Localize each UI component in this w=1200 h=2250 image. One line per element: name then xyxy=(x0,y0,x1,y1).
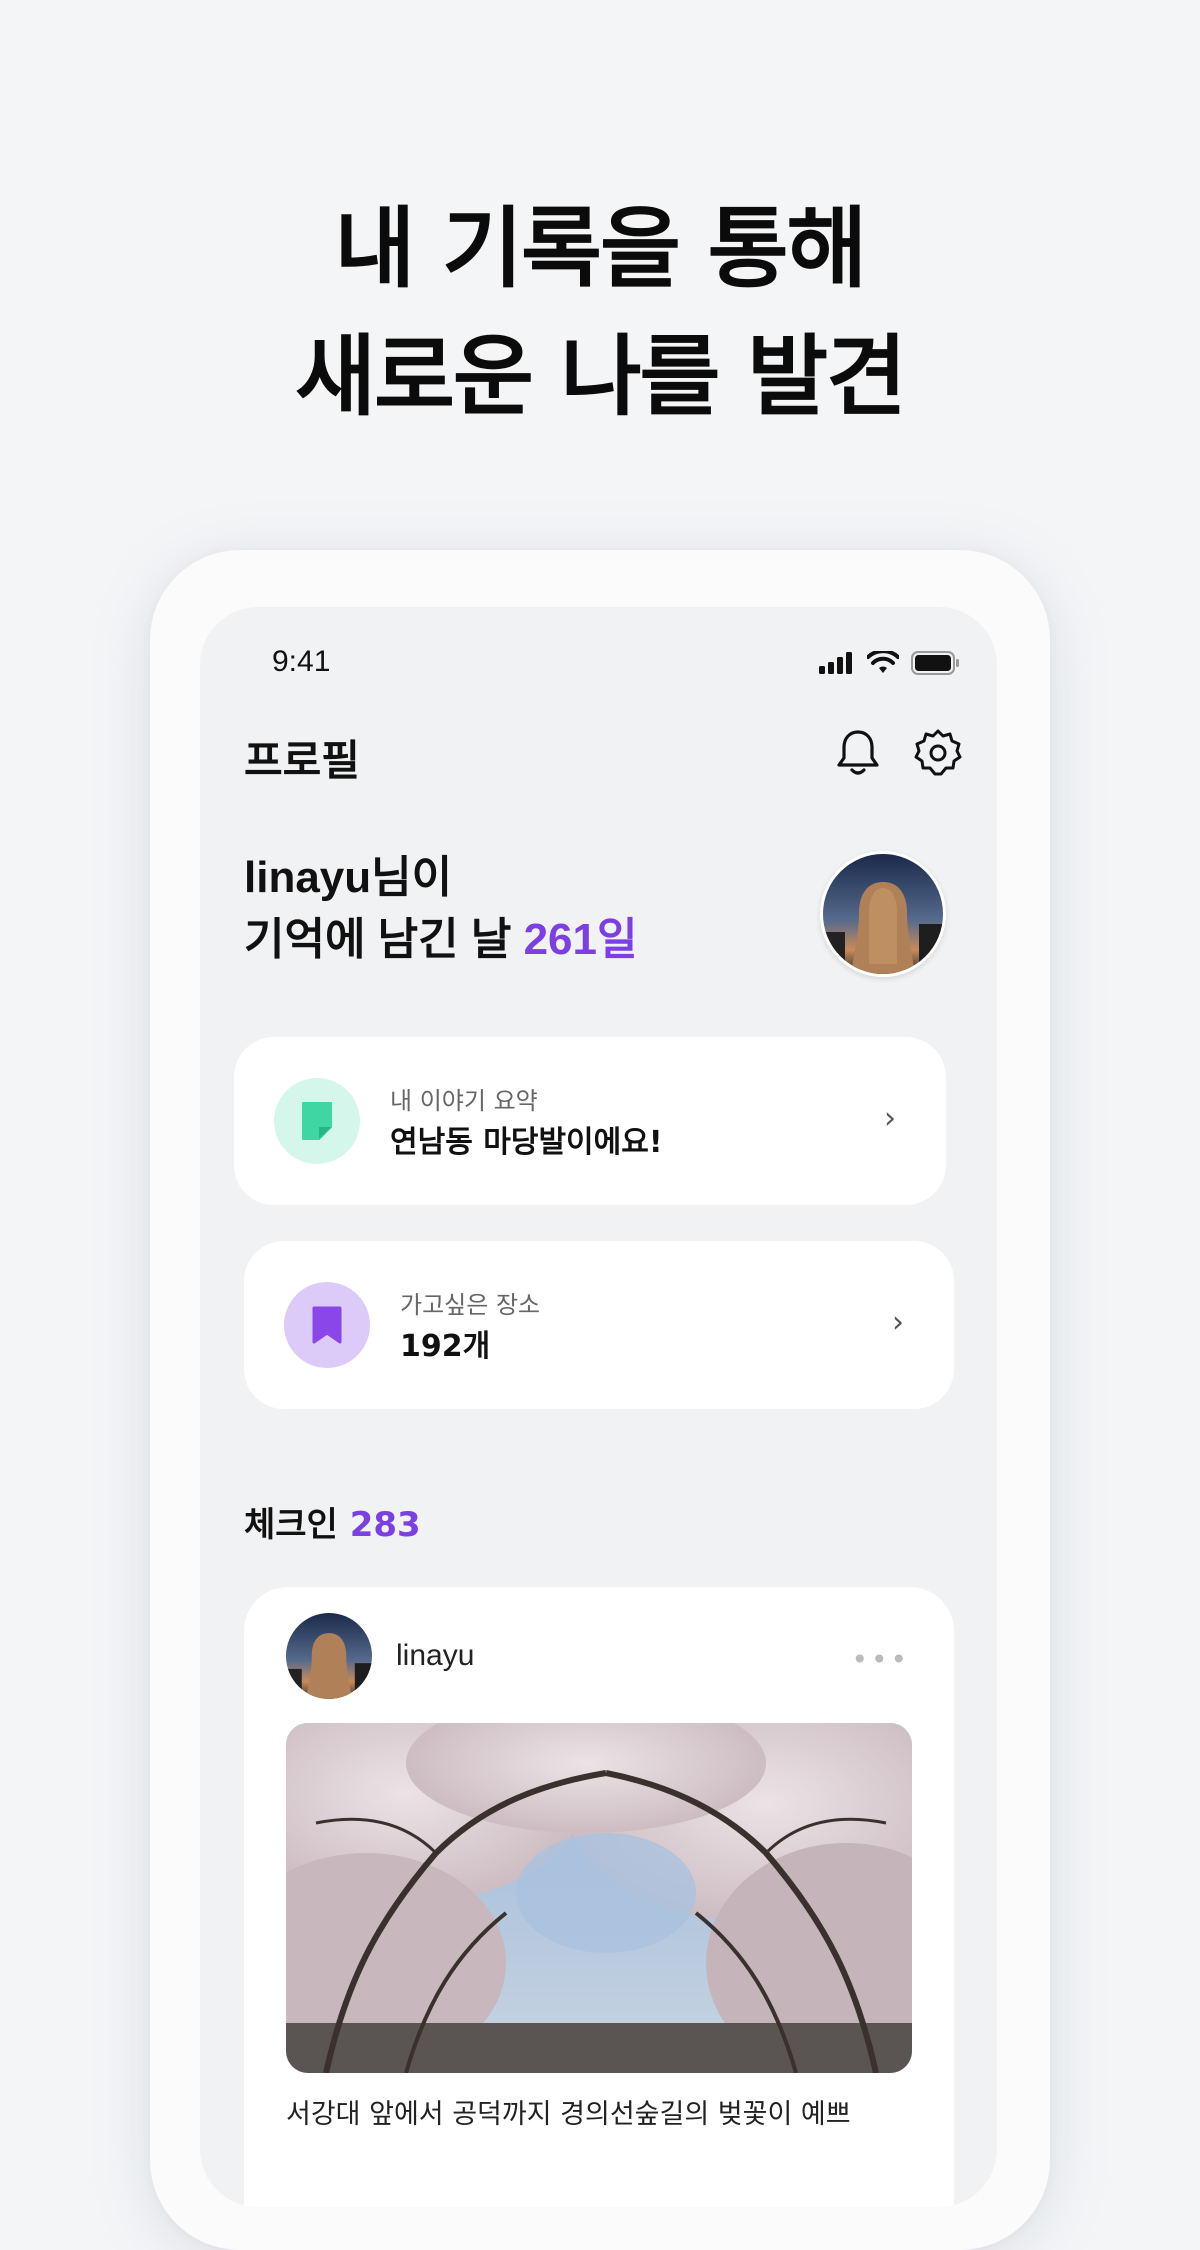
wishlist-places-card[interactable]: 가고싶은 장소 192개 › xyxy=(244,1241,954,1409)
post-caption: 서강대 앞에서 공덕까지 경의선숲길의 벚꽃이 예쁘 xyxy=(286,2099,851,2130)
story-summary-card[interactable]: 내 이야기 요약 연남동 마당발이에요! › xyxy=(234,1037,946,1205)
post-photo[interactable] xyxy=(286,1723,912,2073)
avatar[interactable] xyxy=(286,1613,372,1699)
more-options-icon[interactable]: ••• xyxy=(851,1643,910,1676)
note-icon xyxy=(274,1078,360,1164)
checkin-count: 283 xyxy=(349,1505,421,1545)
greeting-line2: 기억에 남긴 날 261일 xyxy=(244,909,637,971)
days-count: 261일 xyxy=(523,915,638,964)
avatar[interactable] xyxy=(820,851,946,977)
headline-line2: 새로운 나를 발견 xyxy=(295,325,907,428)
bookmark-icon xyxy=(284,1282,370,1368)
profile-greeting: linayu님이 기억에 남긴 날 261일 xyxy=(244,847,637,971)
checkin-header: 체크인 283 xyxy=(244,1497,421,1546)
cellular-signal-icon xyxy=(819,652,855,678)
post-username[interactable]: linayu xyxy=(396,1639,474,1673)
checkin-label: 체크인 xyxy=(244,1505,350,1545)
chevron-right-icon: › xyxy=(892,1305,904,1340)
phone-screen: 9:41 프로필 linayu님이 기억에 남긴 날 261일 내 이야기 요약… xyxy=(200,607,997,2207)
gear-icon[interactable] xyxy=(912,727,964,779)
wishlist-places-label: 가고싶은 장소 xyxy=(400,1291,541,1319)
wifi-icon xyxy=(866,649,900,679)
headline-line1: 내 기록을 통해 xyxy=(334,197,867,300)
checkin-post-card[interactable]: linayu ••• 서강대 앞에서 공덕까지 경의선숲길의 벚꽃이 예쁘 xyxy=(244,1587,954,2207)
chevron-right-icon: › xyxy=(884,1101,896,1136)
headline: 내 기록을 통해 새로운 나를 발견 xyxy=(0,185,1200,441)
story-summary-value: 연남동 마당발이에요! xyxy=(390,1125,663,1160)
status-bar: 9:41 xyxy=(200,645,997,689)
bell-icon[interactable] xyxy=(832,727,884,779)
page-title: 프로필 xyxy=(244,736,360,785)
greeting-line2-text: 기억에 남긴 날 xyxy=(244,915,524,964)
story-summary-label: 내 이야기 요약 xyxy=(390,1087,538,1115)
greeting-line1: linayu님이 xyxy=(244,853,453,902)
battery-icon xyxy=(911,651,961,679)
status-time: 9:41 xyxy=(272,645,331,678)
wishlist-places-value: 192개 xyxy=(400,1329,491,1364)
